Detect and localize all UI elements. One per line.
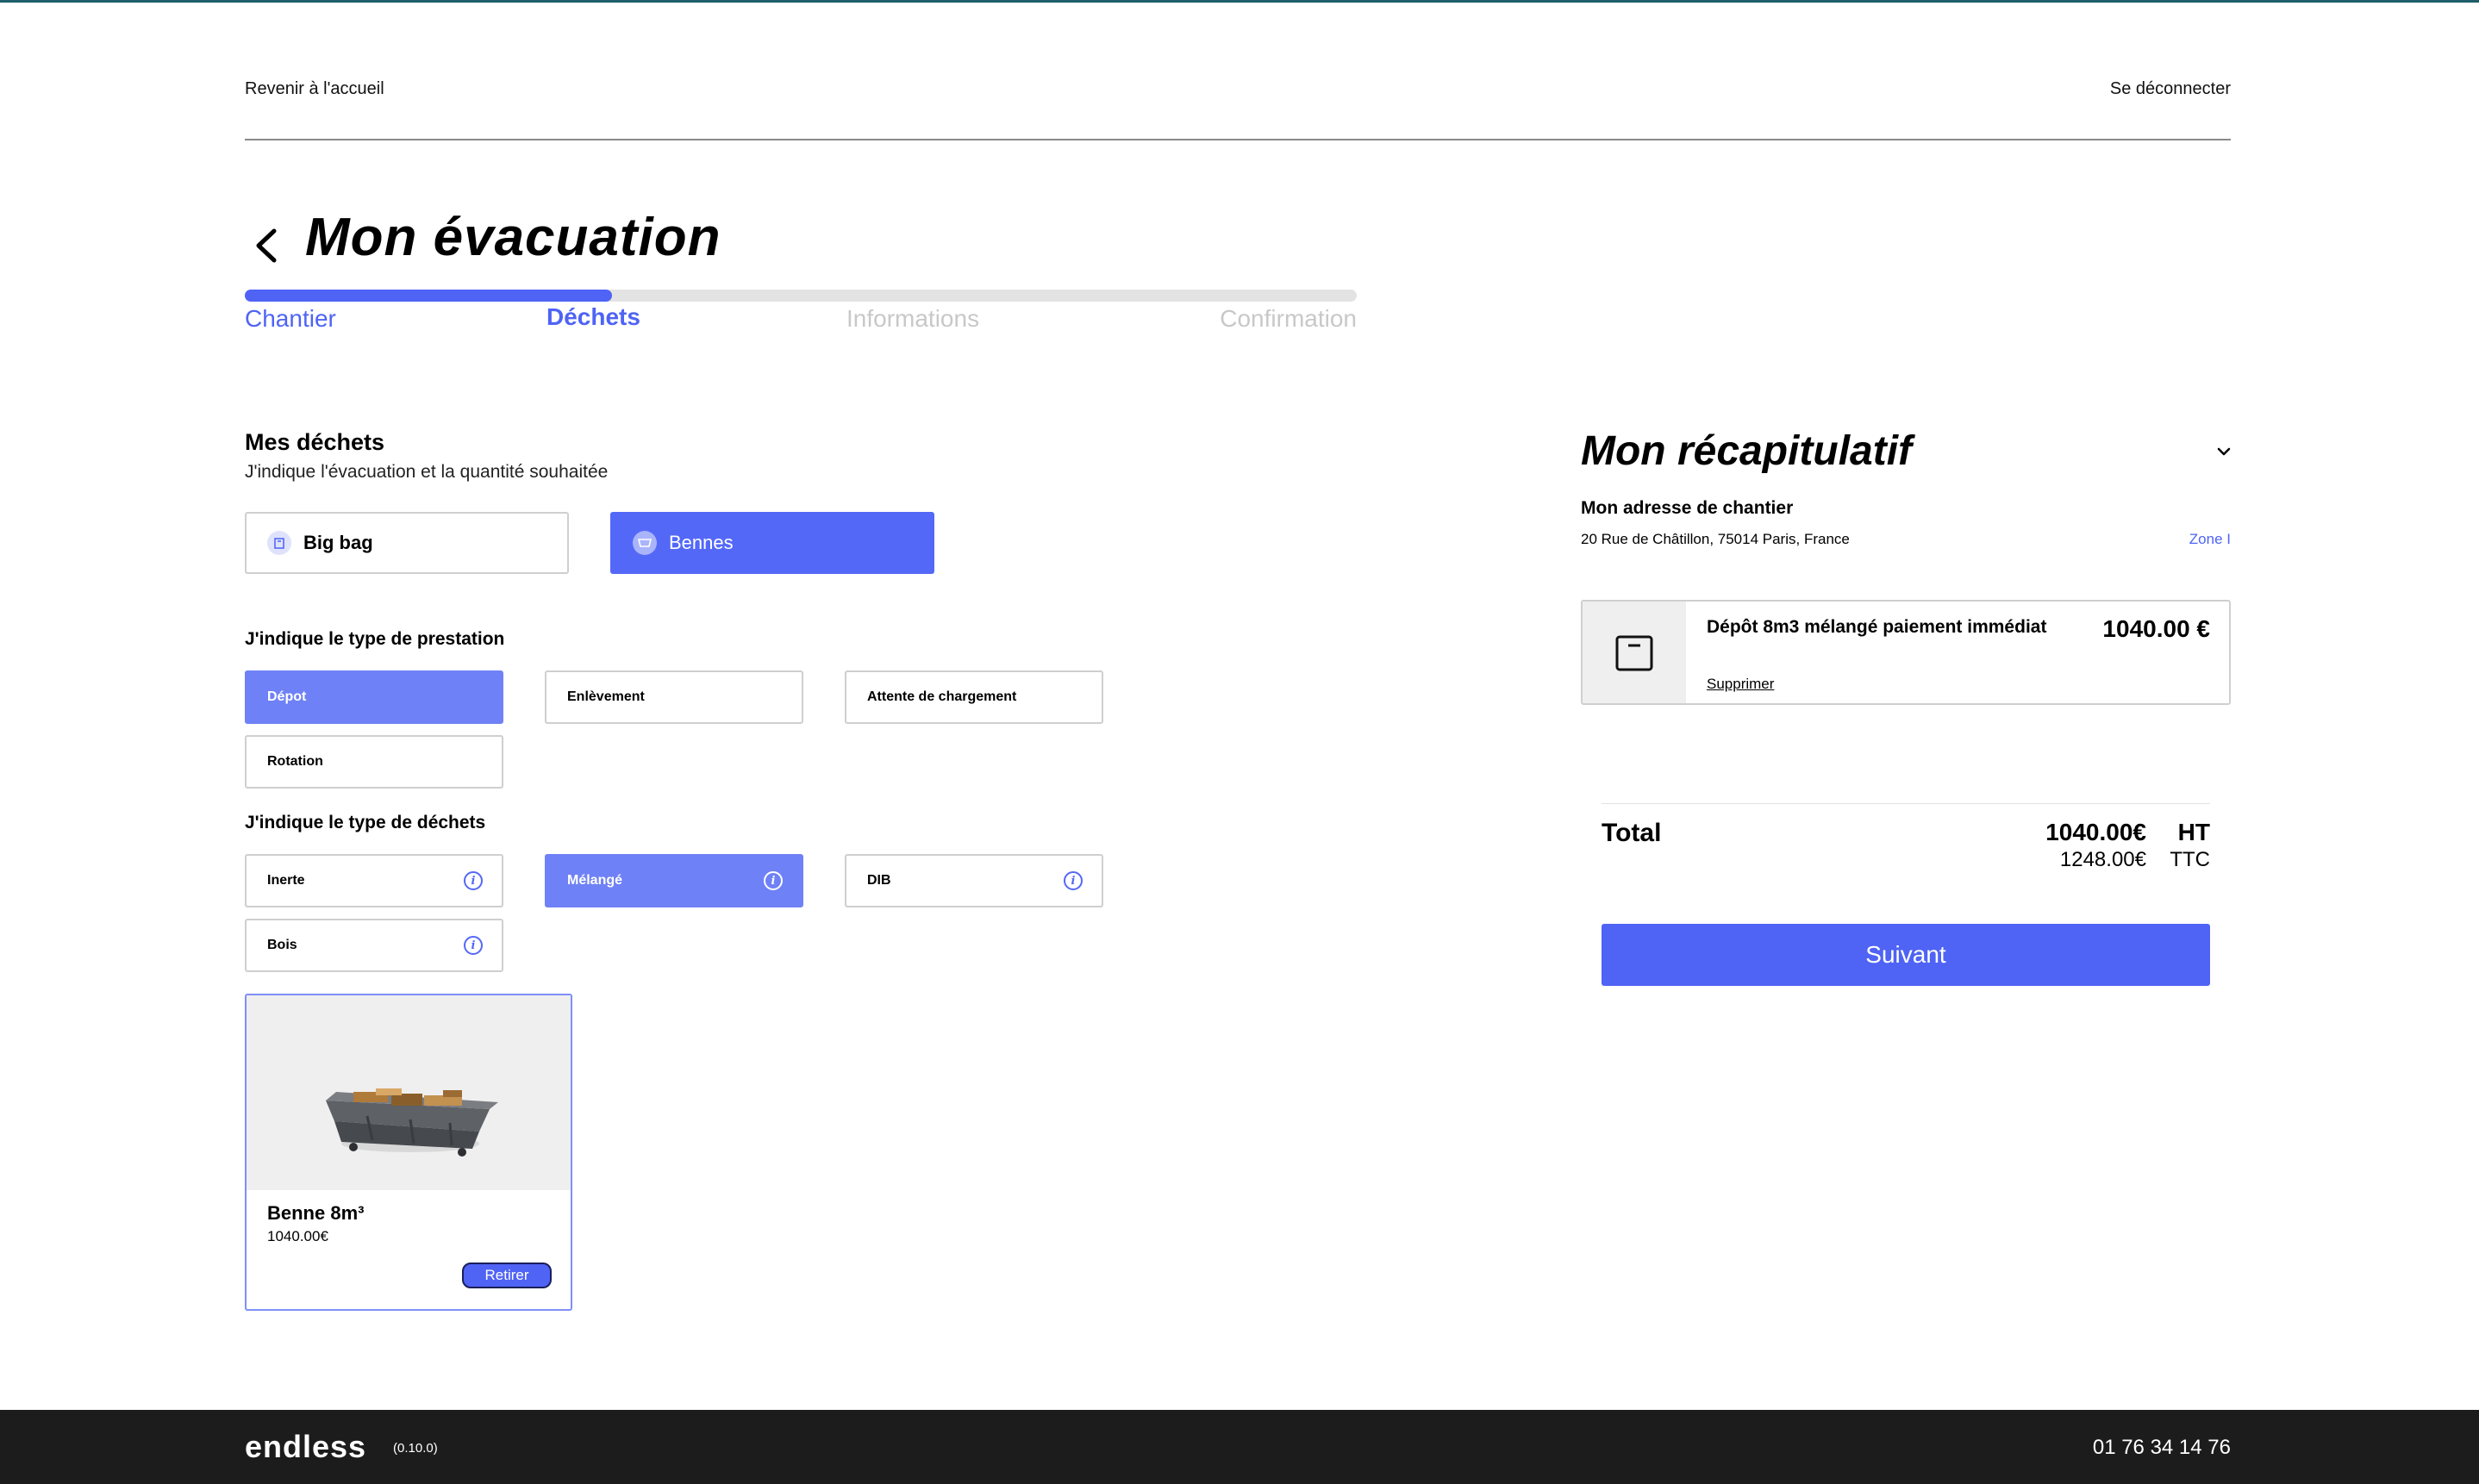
product-price: 1040.00€ bbox=[267, 1228, 328, 1244]
progress-fill bbox=[245, 290, 612, 302]
step-chantier[interactable]: Chantier bbox=[245, 305, 336, 333]
info-icon[interactable]: i bbox=[1064, 871, 1083, 890]
waste-type-title: J'indique le type de déchets bbox=[245, 813, 486, 832]
waste-type-label: Mélangé bbox=[567, 873, 623, 888]
waste-section-title: Mes déchets bbox=[245, 429, 385, 455]
waste-type-label: DIB bbox=[867, 873, 891, 888]
service-option-depot[interactable]: Dépot bbox=[245, 670, 503, 724]
step-informations: Informations bbox=[846, 305, 980, 332]
ttc-label: TTC bbox=[2170, 848, 2210, 871]
container-option-big-bag[interactable]: Big bag bbox=[245, 512, 569, 574]
chevron-down-icon[interactable] bbox=[2214, 441, 2234, 462]
info-icon[interactable]: i bbox=[764, 871, 783, 890]
service-option-label: Enlèvement bbox=[567, 689, 645, 704]
waste-type-bois[interactable]: Bois i bbox=[245, 919, 503, 972]
recap-item-name: Dépôt 8m3 mélangé paiement immédiat bbox=[1707, 617, 2047, 637]
header-divider bbox=[245, 139, 2231, 140]
container-option-label: Bennes bbox=[669, 532, 734, 553]
bag-icon bbox=[1583, 602, 1686, 703]
waste-type-dib[interactable]: DIB i bbox=[845, 854, 1103, 907]
top-accent-line bbox=[0, 0, 2479, 3]
logout-link[interactable]: Se déconnecter bbox=[2110, 79, 2231, 99]
waste-type-label: Inerte bbox=[267, 873, 305, 888]
ht-label: HT bbox=[2177, 819, 2210, 845]
service-option-enlevement[interactable]: Enlèvement bbox=[545, 670, 803, 724]
remove-item-link[interactable]: Supprimer bbox=[1707, 676, 1774, 693]
recap-item-card: Dépôt 8m3 mélangé paiement immédiat 1040… bbox=[1581, 600, 2231, 705]
app-version: (0.10.0) bbox=[393, 1441, 438, 1456]
address-label: Mon adresse de chantier bbox=[1581, 498, 1794, 518]
waste-type-inerte[interactable]: Inerte i bbox=[245, 854, 503, 907]
info-icon[interactable]: i bbox=[464, 871, 483, 890]
next-button[interactable]: Suivant bbox=[1602, 924, 2210, 986]
waste-section-subtitle: J'indique l'évacuation et la quantité so… bbox=[245, 462, 609, 482]
dumpster-image bbox=[247, 995, 571, 1190]
brand-logo: endless bbox=[245, 1429, 367, 1464]
back-to-home-link[interactable]: Revenir à l'accueil bbox=[245, 79, 384, 99]
zone-link[interactable]: Zone I bbox=[2189, 531, 2231, 548]
step-dechets[interactable]: Déchets bbox=[546, 303, 640, 331]
container-option-label: Big bag bbox=[303, 532, 373, 553]
recap-title: Mon récapitulatif bbox=[1581, 428, 1913, 474]
info-icon[interactable]: i bbox=[464, 936, 483, 955]
dumpster-icon bbox=[633, 531, 657, 555]
footer: endless (0.10.0) 01 76 34 14 76 bbox=[0, 1410, 2479, 1484]
waste-type-melange[interactable]: Mélangé i bbox=[545, 854, 803, 907]
bag-icon bbox=[267, 531, 291, 555]
remove-product-button[interactable]: Retirer bbox=[462, 1263, 552, 1288]
service-option-attente[interactable]: Attente de chargement bbox=[845, 670, 1103, 724]
site-address: 20 Rue de Châtillon, 75014 Paris, France bbox=[1581, 531, 1850, 547]
step-confirmation: Confirmation bbox=[1220, 305, 1357, 332]
container-option-bennes[interactable]: Bennes bbox=[610, 512, 934, 574]
service-type-title: J'indique le type de prestation bbox=[245, 629, 505, 649]
service-option-rotation[interactable]: Rotation bbox=[245, 735, 503, 789]
phone-number[interactable]: 01 76 34 14 76 bbox=[2093, 1436, 2231, 1460]
product-name: Benne 8m³ bbox=[267, 1202, 365, 1224]
back-arrow-icon[interactable] bbox=[245, 224, 288, 267]
waste-type-label: Bois bbox=[267, 938, 297, 952]
service-option-label: Dépot bbox=[267, 689, 307, 704]
service-option-label: Attente de chargement bbox=[867, 689, 1017, 704]
total-divider bbox=[1602, 803, 2210, 804]
recap-item-price: 1040.00 € bbox=[2102, 615, 2210, 642]
service-option-label: Rotation bbox=[267, 754, 323, 769]
total-label: Total bbox=[1602, 819, 1662, 847]
product-card: Benne 8m³ 1040.00€ Retirer bbox=[245, 994, 572, 1311]
total-ht-amount: 1040.00€ bbox=[2045, 819, 2146, 845]
total-ttc-amount: 1248.00€ bbox=[2059, 848, 2146, 871]
page-title: Mon évacuation bbox=[305, 208, 721, 267]
